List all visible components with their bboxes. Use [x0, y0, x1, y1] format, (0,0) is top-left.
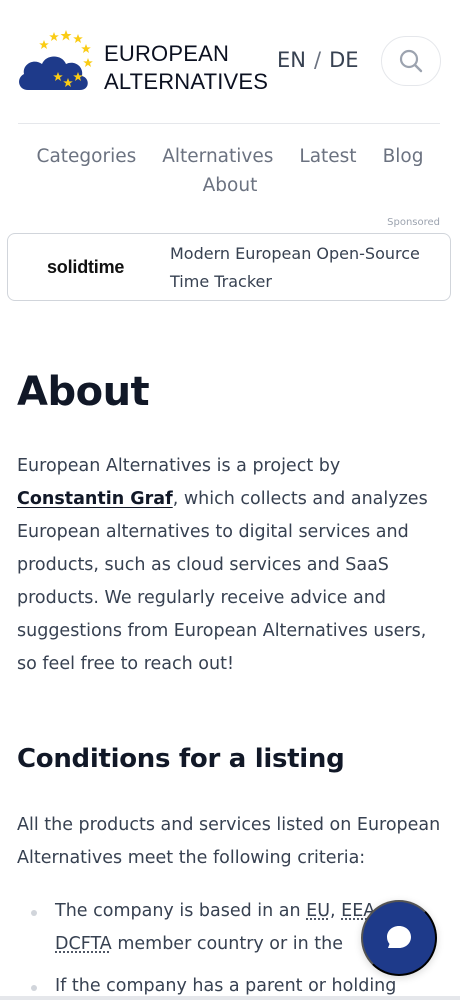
abbr-eu[interactable]: EU: [306, 901, 330, 921]
nav-blog[interactable]: Blog: [383, 146, 424, 167]
lang-en-link[interactable]: EN: [277, 48, 306, 72]
site-header: EUROPEAN ALTERNATIVES EN / DE: [0, 0, 460, 124]
section-heading-conditions: Conditions for a listing: [17, 744, 345, 774]
lang-separator: /: [313, 48, 322, 72]
chat-bubble-icon: [387, 926, 411, 948]
abbr-dcfta[interactable]: DCFTA: [55, 934, 112, 954]
language-switcher: EN / DE: [277, 48, 359, 72]
about-text-start: European Alternatives is a project by: [17, 456, 341, 476]
main-nav: Categories Alternatives Latest Blog About: [0, 142, 460, 200]
logo-line-1: EUROPEAN: [104, 41, 230, 66]
main-content: About European Alternatives is a project…: [17, 360, 443, 1000]
author-link[interactable]: Constantin Graf: [17, 489, 173, 509]
sponsored-label: Sponsored: [387, 217, 440, 228]
lang-de-link[interactable]: DE: [329, 48, 358, 72]
criteria-text: The company is based in an: [55, 901, 307, 921]
site-logo[interactable]: EUROPEAN ALTERNATIVES: [16, 28, 268, 98]
nav-row-1: Categories Alternatives Latest Blog: [0, 142, 460, 171]
ad-brand-logo: solidtime: [47, 257, 125, 277]
conditions-intro: All the products and services listed on …: [17, 815, 441, 868]
about-paragraph: European Alternatives is a project by Co…: [17, 450, 443, 681]
nav-latest[interactable]: Latest: [299, 146, 356, 167]
nav-row-2: About: [0, 171, 460, 200]
logo-line-2: ALTERNATIVES: [104, 69, 269, 94]
nav-about[interactable]: About: [203, 175, 258, 196]
sponsored-ad-banner[interactable]: solidtime Modern European Open-Source Ti…: [7, 233, 451, 301]
eu-cloud-stars-icon: [19, 30, 93, 90]
criteria-text: member country or in the: [111, 934, 344, 954]
ad-tagline: Modern European Open-Source Time Tracker: [170, 244, 420, 291]
about-text-end: , which collects and analyzes European a…: [17, 489, 428, 674]
header-divider: [18, 123, 440, 124]
logo-text: EUROPEAN ALTERNATIVES: [104, 40, 268, 96]
criteria-text: ,: [330, 901, 342, 921]
chat-button[interactable]: [361, 900, 437, 976]
bottom-scroll-edge: [0, 996, 460, 1000]
page-title: About: [17, 369, 150, 415]
search-icon: [399, 49, 423, 73]
search-button[interactable]: [381, 36, 441, 86]
nav-alternatives[interactable]: Alternatives: [162, 146, 273, 167]
nav-categories[interactable]: Categories: [37, 146, 137, 167]
